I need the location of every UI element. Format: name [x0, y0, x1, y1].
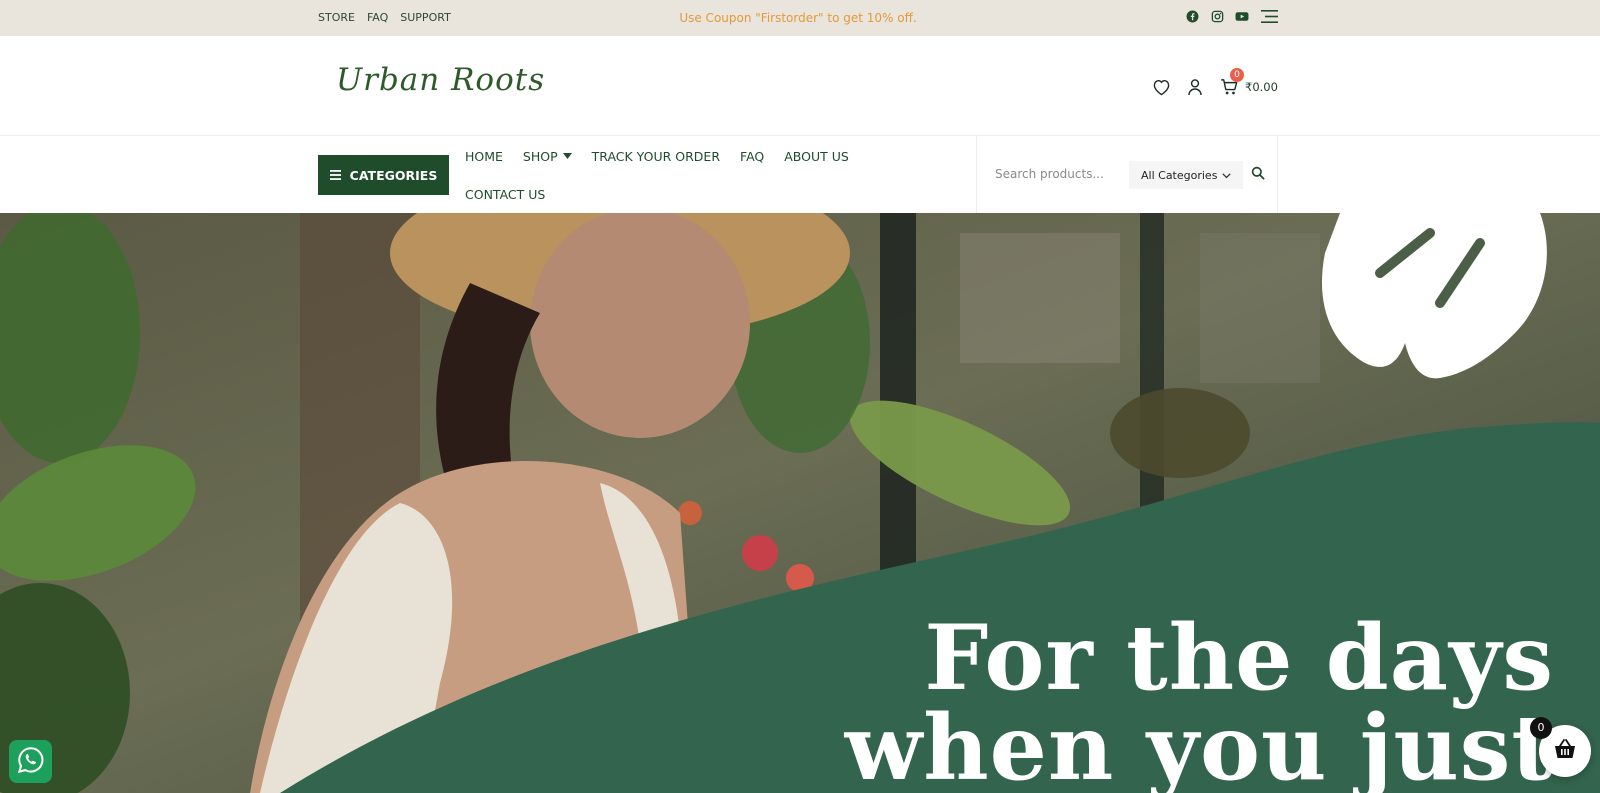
- coupon-text: Use Coupon "Firstorder" to get 10% off.: [679, 11, 917, 25]
- top-link-faq[interactable]: FAQ: [367, 11, 388, 24]
- instagram-icon[interactable]: [1210, 9, 1224, 23]
- category-select[interactable]: All Categories: [1129, 161, 1243, 189]
- menu-row: HOME SHOP TRACK YOUR ORDER FAQ ABOUT US: [465, 137, 965, 175]
- floating-cart-count: 0: [1530, 717, 1552, 739]
- header-cart[interactable]: 0 ₹0.00: [1218, 68, 1278, 98]
- account-user-icon[interactable]: [1184, 76, 1206, 98]
- cart-total: ₹0.00: [1245, 80, 1278, 94]
- wishlist-heart-icon[interactable]: [1150, 76, 1172, 98]
- hero-heading-line1: For the days: [924, 605, 1554, 711]
- top-bar: STORE FAQ SUPPORT Use Coupon "Firstorder…: [0, 0, 1600, 36]
- categories-label: CATEGORIES: [349, 167, 438, 183]
- nav-contact[interactable]: CONTACT US: [465, 187, 545, 202]
- nav-faq[interactable]: FAQ: [740, 149, 764, 164]
- top-link-store[interactable]: STORE: [318, 11, 355, 24]
- whatsapp-icon: [16, 745, 46, 779]
- nav-home[interactable]: HOME: [465, 149, 503, 164]
- hero-heading: For the days when you just: [694, 613, 1554, 793]
- youtube-icon[interactable]: [1235, 9, 1249, 23]
- site-header: Urban Roots 0 ₹0.00: [0, 36, 1600, 136]
- menu: HOME SHOP TRACK YOUR ORDER FAQ ABOUT US …: [465, 136, 965, 213]
- nav-shop-label: SHOP: [522, 148, 558, 164]
- whatsapp-button[interactable]: [9, 740, 52, 783]
- top-link-support[interactable]: SUPPORT: [400, 11, 451, 24]
- main-navigation: CATEGORIES HOME SHOP TRACK YOUR ORDER FA…: [0, 136, 1600, 213]
- category-select-value: All Categories: [1141, 168, 1218, 182]
- product-search: All Categories: [976, 136, 1278, 213]
- menu-lines-icon[interactable]: [1260, 9, 1278, 23]
- social-links: [1185, 9, 1278, 23]
- hamburger-icon: [329, 168, 341, 183]
- search-icon[interactable]: [1251, 165, 1269, 183]
- facebook-icon[interactable]: [1185, 9, 1199, 23]
- menu-row: CONTACT US: [465, 175, 965, 213]
- hero-banner: For the days when you just: [0, 213, 1600, 793]
- nav-about[interactable]: ABOUT US: [784, 149, 849, 164]
- nav-track-order[interactable]: TRACK YOUR ORDER: [592, 149, 720, 164]
- chevron-down-icon: [1222, 169, 1231, 182]
- site-logo[interactable]: Urban Roots: [336, 62, 545, 98]
- top-links: STORE FAQ SUPPORT: [318, 11, 463, 24]
- cart-count-badge: 0: [1230, 68, 1244, 82]
- nav-shop[interactable]: SHOP: [523, 149, 572, 164]
- search-input[interactable]: [995, 162, 1115, 186]
- header-actions: 0 ₹0.00: [1150, 68, 1278, 98]
- basket-icon: [1553, 738, 1577, 764]
- hero-heading-line2: when you just: [844, 695, 1554, 793]
- categories-button[interactable]: CATEGORIES: [318, 155, 449, 195]
- caret-down-icon: [562, 153, 572, 159]
